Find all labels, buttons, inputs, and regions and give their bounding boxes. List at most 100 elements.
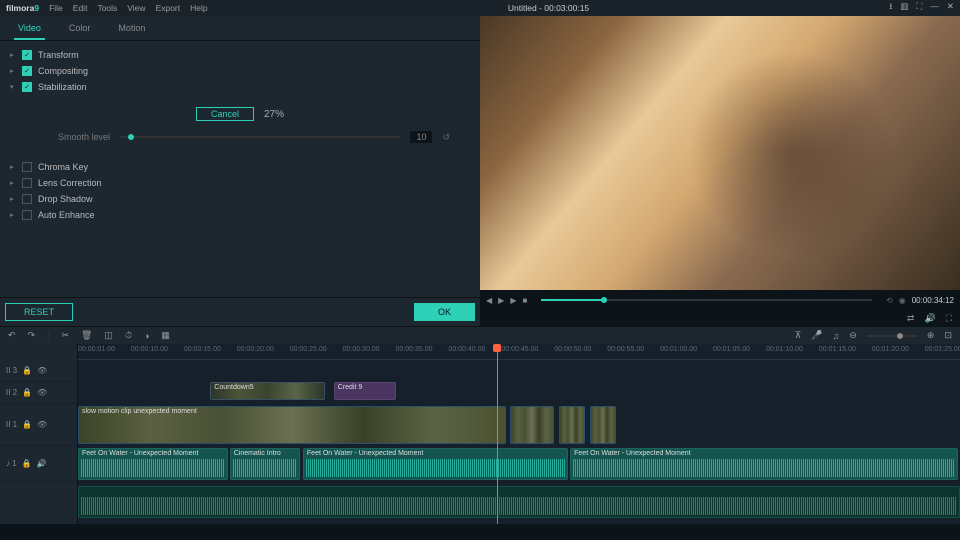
smooth-value[interactable]: 10 [410, 131, 432, 143]
ruler-tick: 00:00:45.00 [501, 346, 538, 353]
speed-icon[interactable]: ⏱ [125, 330, 132, 341]
color-icon[interactable]: ◑ [144, 331, 149, 341]
clip-audio-3[interactable]: Feet On Water - Unexpected Moment [303, 448, 568, 480]
mark-in-icon[interactable]: ⊼ [795, 330, 802, 341]
play-icon[interactable]: ▶ [498, 296, 504, 305]
playhead[interactable] [497, 344, 498, 524]
tab-color[interactable]: Color [65, 20, 95, 40]
zoom-out-icon[interactable]: ⊖ [849, 330, 857, 341]
app-logo: filmora9 [6, 3, 39, 13]
prop-transform[interactable]: ▸ ✓ Transform [10, 47, 470, 63]
clip-video-2[interactable] [510, 406, 554, 444]
video-preview[interactable] [480, 16, 960, 290]
clip-credit[interactable]: Credit 9 [334, 382, 396, 400]
clip-audio-1[interactable]: Feet On Water - Unexpected Moment [78, 448, 228, 480]
minimize-icon[interactable]: — [930, 1, 939, 15]
smooth-slider[interactable] [120, 136, 400, 138]
track-v2-header[interactable]: II 2🔒👁 [0, 382, 77, 404]
prop-stabilization[interactable]: ▾ ✓ Stabilization [10, 79, 470, 95]
prop-label: Chroma Key [38, 162, 88, 172]
menu-help[interactable]: Help [190, 3, 207, 13]
menu-tools[interactable]: Tools [97, 3, 117, 13]
chevron-right-icon: ▸ [10, 163, 16, 171]
chevron-right-icon: ▸ [10, 51, 16, 59]
layout-icon[interactable]: ▥ [900, 1, 908, 15]
expand-icon[interactable]: ⛶ [946, 313, 952, 324]
zoom-fit-icon[interactable]: ⊡ [944, 330, 952, 341]
menu-view[interactable]: View [127, 3, 145, 13]
checkbox-compositing[interactable]: ✓ [22, 66, 32, 76]
close-icon[interactable]: ✕ [947, 1, 954, 15]
ruler-tick: 00:00:35.00 [396, 346, 433, 353]
tab-motion[interactable]: Motion [114, 20, 149, 40]
menu-edit[interactable]: Edit [73, 3, 88, 13]
clip-countdown[interactable]: Countdown5 [210, 382, 325, 400]
clip-video-4[interactable] [590, 406, 616, 444]
clip-audio-bg[interactable] [78, 486, 960, 518]
loop-icon[interactable]: ⟲ [886, 296, 893, 305]
prop-lens-correction[interactable]: ▸ Lens Correction [10, 175, 470, 191]
reset-icon[interactable]: ↺ [442, 132, 450, 143]
prop-auto-enhance[interactable]: ▸ Auto Enhance [10, 207, 470, 223]
preview-progress[interactable] [541, 299, 872, 301]
next-frame-icon[interactable]: ▶ [510, 296, 516, 305]
green-screen-icon[interactable]: ▦ [161, 330, 170, 341]
lock-icon[interactable]: 🔒 [22, 366, 32, 375]
prop-label: Auto Enhance [38, 210, 95, 220]
checkbox-chroma[interactable] [22, 162, 32, 172]
save-icon[interactable]: ⭳ [889, 1, 892, 15]
menu-export[interactable]: Export [156, 3, 181, 13]
prop-label: Drop Shadow [38, 194, 93, 204]
timeline-ruler[interactable]: 00:00:01.0000:00:10.0000:00:15.0000:00:2… [78, 344, 960, 360]
zoom-in-icon[interactable]: ⊕ [927, 330, 935, 341]
chevron-right-icon: ▸ [10, 195, 16, 203]
track-v3-header[interactable]: II 3🔒👁 [0, 360, 77, 382]
eye-icon[interactable]: 👁 [37, 420, 47, 429]
ruler-tick: 00:01:10.00 [766, 346, 803, 353]
prop-chroma-key[interactable]: ▸ Chroma Key [10, 159, 470, 175]
checkbox-drop-shadow[interactable] [22, 194, 32, 204]
ruler-tick: 00:01:15.00 [819, 346, 856, 353]
track-a1-header[interactable]: ♪ 1🔒🔊 [0, 446, 77, 482]
clip-main-video[interactable]: slow motion clip unexpected moment [78, 406, 506, 444]
eye-icon[interactable]: 👁 [37, 388, 47, 397]
fullscreen-icon[interactable]: ⛶ [916, 1, 922, 15]
cancel-button[interactable]: Cancel [196, 107, 254, 121]
redo-icon[interactable]: ↷ [28, 330, 36, 341]
delete-icon[interactable]: 🗑 [81, 330, 92, 341]
menu-file[interactable]: File [49, 3, 63, 13]
mute-icon[interactable]: 🔊 [37, 459, 47, 468]
quality-icon[interactable]: ⇄ [907, 313, 915, 324]
checkbox-transform[interactable]: ✓ [22, 50, 32, 60]
chevron-down-icon: ▾ [10, 83, 16, 91]
checkbox-stabilization[interactable]: ✓ [22, 82, 32, 92]
checkbox-lens[interactable] [22, 178, 32, 188]
checkbox-enhance[interactable] [22, 210, 32, 220]
mixer-icon[interactable]: ♫ [833, 331, 840, 341]
mic-icon[interactable]: 🎤 [811, 330, 822, 341]
lock-icon[interactable]: 🔒 [22, 420, 32, 429]
cut-icon[interactable]: ✂ [61, 330, 69, 341]
clip-audio-2[interactable]: Cinematic Intro [230, 448, 301, 480]
prev-frame-icon[interactable]: ◀ [486, 296, 492, 305]
prop-drop-shadow[interactable]: ▸ Drop Shadow [10, 191, 470, 207]
crop-icon[interactable]: ◫ [104, 330, 113, 341]
clip-audio-4[interactable]: Feet On Water - Unexpected Moment [570, 448, 958, 480]
ok-button[interactable]: OK [414, 303, 475, 321]
prop-label: Compositing [38, 66, 88, 76]
stop-icon[interactable]: ■ [522, 296, 527, 305]
lock-icon[interactable]: 🔒 [22, 388, 32, 397]
lock-icon[interactable]: 🔒 [22, 459, 32, 468]
clip-video-3[interactable] [559, 406, 585, 444]
reset-button[interactable]: RESET [5, 303, 73, 321]
prop-compositing[interactable]: ▸ ✓ Compositing [10, 63, 470, 79]
eye-icon[interactable]: 👁 [37, 366, 47, 375]
chevron-right-icon: ▸ [10, 67, 16, 75]
track-v1-header[interactable]: II 1🔒👁 [0, 404, 77, 446]
tab-video[interactable]: Video [14, 20, 45, 40]
volume-icon[interactable]: 🔊 [924, 313, 935, 324]
timeline-body[interactable]: 00:00:01.0000:00:10.0000:00:15.0000:00:2… [78, 344, 960, 524]
undo-icon[interactable]: ↶ [8, 330, 16, 341]
camera-icon[interactable]: ◉ [899, 296, 906, 305]
zoom-slider[interactable] [867, 335, 917, 337]
